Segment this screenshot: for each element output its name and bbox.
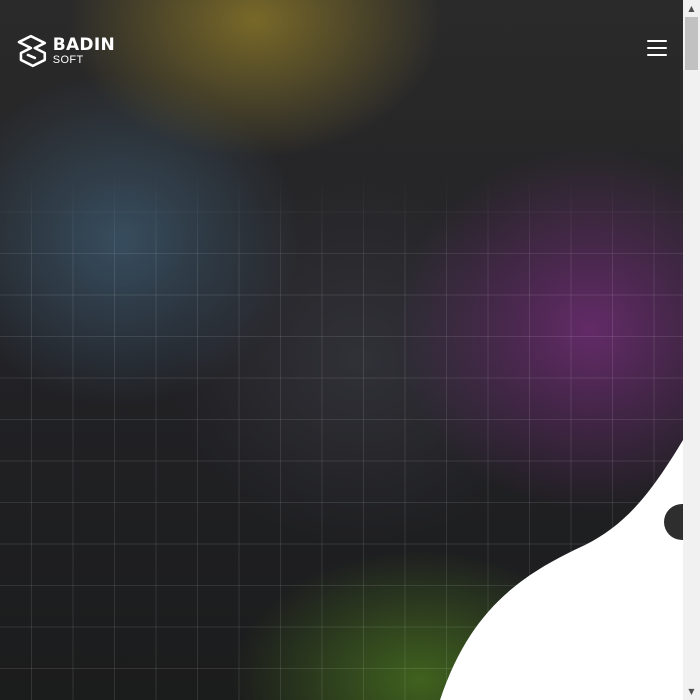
logo-brand-name: BADIN: [52, 34, 115, 55]
hero-section: BADIN SOFT: [0, 0, 683, 700]
menu-line: [647, 54, 667, 56]
logo-wordmark: BADIN SOFT: [52, 34, 115, 66]
site-logo[interactable]: BADIN SOFT: [15, 32, 115, 70]
logo-brand-sub: SOFT: [52, 53, 84, 66]
hero-wave-shape: [440, 440, 683, 700]
scroll-up-arrow-icon[interactable]: ▲: [683, 0, 700, 17]
hamburger-menu-icon[interactable]: [644, 38, 670, 60]
vertical-scrollbar[interactable]: ▲ ▼: [683, 0, 700, 700]
menu-line: [647, 40, 667, 42]
badin-logo-icon: [17, 34, 47, 68]
menu-line: [647, 47, 667, 49]
scrollbar-thumb[interactable]: [685, 17, 698, 70]
scroll-down-arrow-icon[interactable]: ▼: [683, 683, 700, 700]
